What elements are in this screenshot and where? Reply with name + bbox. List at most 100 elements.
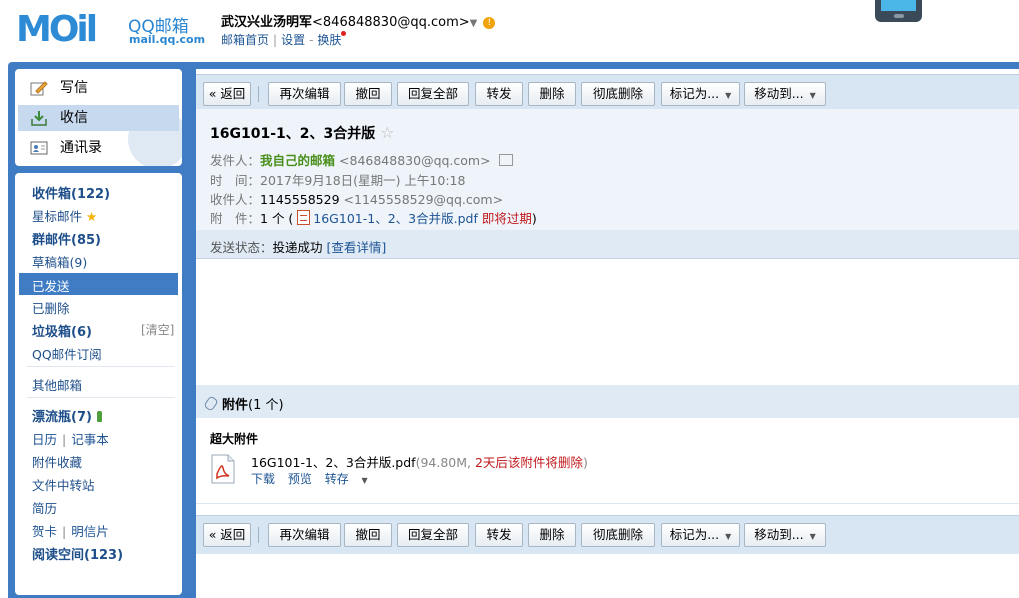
folder-other-mailboxes[interactable]: 其他邮箱: [32, 375, 82, 394]
recipient-name[interactable]: 1145558529: [260, 192, 340, 207]
pdf-file-icon[interactable]: [210, 454, 236, 484]
warning-icon[interactable]: !: [483, 17, 496, 29]
inbox-download-icon: [31, 111, 47, 126]
reedit-button[interactable]: 再次编辑: [268, 523, 341, 547]
toolbar-bottom: « 返回 再次编辑 撤回 回复全部 转发 删除 彻底删除 标记为... ▼ 移动到…: [196, 515, 1019, 554]
folder-drift-bottle[interactable]: 漂流瓶(7): [32, 406, 102, 425]
pdf-icon: [297, 210, 311, 225]
mail-view: « 返回 再次编辑 撤回 回复全部 转发 删除 彻底删除 标记为... ▼ 移动到…: [196, 69, 1019, 598]
greeting-postcard-row: 贺卡 | 明信片: [32, 524, 109, 539]
attachments-panel: 超大附件 16G101-1、2、3合并版.pdf(94.80M, 2天后该附件将…: [196, 418, 1019, 504]
sidebar-actions: 写信 收信 通讯录: [15, 69, 182, 166]
preview-link[interactable]: 预览: [288, 472, 312, 486]
attachments-header: 附件(1 个): [196, 385, 1019, 418]
skin-link[interactable]: 换肤: [317, 33, 341, 47]
save-to-link[interactable]: 转存 ▼: [325, 472, 377, 486]
chevron-down-icon: ▼: [725, 91, 732, 100]
delete-permanently-button[interactable]: 彻底删除: [581, 523, 655, 547]
reedit-button[interactable]: 再次编辑: [268, 82, 341, 106]
calendar-notes-row: 日历 | 记事本: [32, 432, 109, 447]
forward-button[interactable]: 转发: [475, 523, 523, 547]
settings-link[interactable]: 设置: [281, 33, 305, 47]
reply-all-button[interactable]: 回复全部: [397, 523, 469, 547]
sender-name[interactable]: 我自己的邮箱: [260, 153, 335, 168]
mark-as-dropdown[interactable]: 标记为... ▼: [661, 82, 740, 106]
new-dot-icon: [341, 31, 347, 36]
expiring-label: 即将过期: [481, 211, 532, 226]
delivery-status: 投递成功: [272, 240, 323, 255]
attachment-size: (94.80M,: [415, 455, 475, 470]
folder-list: 收件箱(122) 星标邮件 ★ 群邮件(85) 草稿箱(9) 已发送 已删除 垃…: [15, 173, 182, 595]
notes-link[interactable]: 记事本: [71, 432, 109, 447]
attachment-row: 附 件：1 个 ( 16G101-1、2、3合并版.pdf 即将过期): [210, 210, 537, 226]
folder-group[interactable]: 群邮件(85): [32, 229, 101, 248]
recall-button[interactable]: 撤回: [344, 82, 392, 106]
attachment-file-name-row: 16G101-1、2、3合并版.pdf(94.80M, 2天后该附件将删除): [251, 455, 588, 470]
large-attachment-label: 超大附件: [210, 432, 259, 446]
view-details-link[interactable]: [查看详情]: [327, 240, 387, 255]
mobile-app-icon[interactable]: [875, 0, 922, 22]
chevron-down-icon: ▼: [725, 532, 732, 541]
user-info: 武汉兴业汤明军<846848830@qq.com>▼!: [221, 11, 496, 30]
contacts-button[interactable]: 通讯录: [18, 135, 179, 161]
attachment-link[interactable]: 16G101-1、2、3合并版.pdf: [313, 211, 478, 226]
attachment-favorites-link[interactable]: 附件收藏: [32, 452, 82, 471]
compose-icon: [30, 81, 48, 96]
folder-deleted[interactable]: 已删除: [32, 298, 70, 317]
logo-url: mail.qq.com: [129, 33, 206, 46]
top-links: 邮箱首页 | 设置 - 换肤: [221, 31, 347, 48]
compose-button[interactable]: 写信: [18, 75, 179, 101]
sender-row: 发件人：我自己的邮箱 <846848830@qq.com>: [210, 150, 513, 169]
star-icon: ★: [86, 209, 98, 224]
mail-home-link[interactable]: 邮箱首页: [221, 33, 269, 47]
resume-link[interactable]: 简历: [32, 498, 57, 517]
bottle-icon: [96, 411, 102, 422]
folder-subscriptions[interactable]: QQ邮件订阅: [32, 344, 102, 363]
star-outline-icon[interactable]: ☆: [380, 123, 394, 142]
folder-starred[interactable]: 星标邮件 ★: [32, 206, 97, 225]
divider: [27, 397, 175, 398]
logo-mark: MOil: [16, 9, 98, 50]
postcard-link[interactable]: 明信片: [71, 524, 109, 539]
forward-button[interactable]: 转发: [475, 82, 523, 106]
back-button[interactable]: « 返回: [203, 82, 251, 106]
delivery-status-bar: 发送状态：投递成功 [查看详情]: [196, 230, 1019, 259]
reading-space-link[interactable]: 阅读空间(123): [32, 544, 123, 563]
chevron-down-icon: ▼: [809, 532, 816, 541]
folder-spam[interactable]: 垃圾箱(6): [32, 321, 92, 340]
contact-card-icon[interactable]: [498, 154, 513, 166]
folder-sent[interactable]: 已发送: [19, 273, 178, 295]
folder-drafts[interactable]: 草稿箱(9): [32, 252, 87, 271]
recall-button[interactable]: 撤回: [344, 523, 392, 547]
account-dropdown-icon[interactable]: ▼: [470, 18, 478, 29]
file-transfer-link[interactable]: 文件中转站: [32, 475, 95, 494]
divider: [27, 366, 175, 367]
delete-button[interactable]: 删除: [528, 523, 576, 547]
contacts-icon: [30, 141, 48, 155]
download-link[interactable]: 下载: [251, 472, 275, 486]
delete-permanently-button[interactable]: 彻底删除: [581, 82, 655, 106]
attachment-file-name[interactable]: 16G101-1、2、3合并版.pdf: [251, 455, 416, 470]
back-button[interactable]: « 返回: [203, 523, 251, 547]
user-email: <846848830@qq.com>: [312, 15, 470, 30]
move-to-dropdown[interactable]: 移动到... ▼: [744, 82, 826, 106]
spam-clear-link[interactable]: [清空]: [141, 321, 174, 338]
mail-subject: 16G101-1、2、3合并版 ☆: [210, 123, 395, 142]
user-name: 武汉兴业汤明军: [221, 15, 313, 30]
attachment-actions: 下载 预览 转存 ▼: [251, 470, 386, 487]
calendar-link[interactable]: 日历: [32, 432, 57, 447]
chevron-down-icon: ▼: [809, 91, 816, 100]
reply-all-button[interactable]: 回复全部: [397, 82, 469, 106]
mark-as-dropdown[interactable]: 标记为... ▼: [661, 523, 740, 547]
folder-inbox[interactable]: 收件箱(122): [32, 183, 110, 202]
greeting-card-link[interactable]: 贺卡: [32, 524, 57, 539]
delete-button[interactable]: 删除: [528, 82, 576, 106]
sender-email: <846848830@qq.com>: [339, 153, 491, 168]
mail-header: 16G101-1、2、3合并版 ☆ 发件人：我自己的邮箱 <846848830@…: [196, 109, 1019, 259]
receive-button[interactable]: 收信: [18, 105, 179, 131]
qq-mail-logo[interactable]: MOil QQ邮箱 mail.qq.com: [16, 10, 211, 50]
move-to-dropdown[interactable]: 移动到... ▼: [744, 523, 826, 547]
time-row: 时 间：2017年9月18日(星期一) 上午10:18: [210, 173, 466, 188]
header: MOil QQ邮箱 mail.qq.com 武汉兴业汤明军<846848830@…: [0, 0, 1019, 62]
toolbar-top: « 返回 再次编辑 撤回 回复全部 转发 删除 彻底删除 标记为... ▼ 移动到…: [196, 74, 1019, 113]
